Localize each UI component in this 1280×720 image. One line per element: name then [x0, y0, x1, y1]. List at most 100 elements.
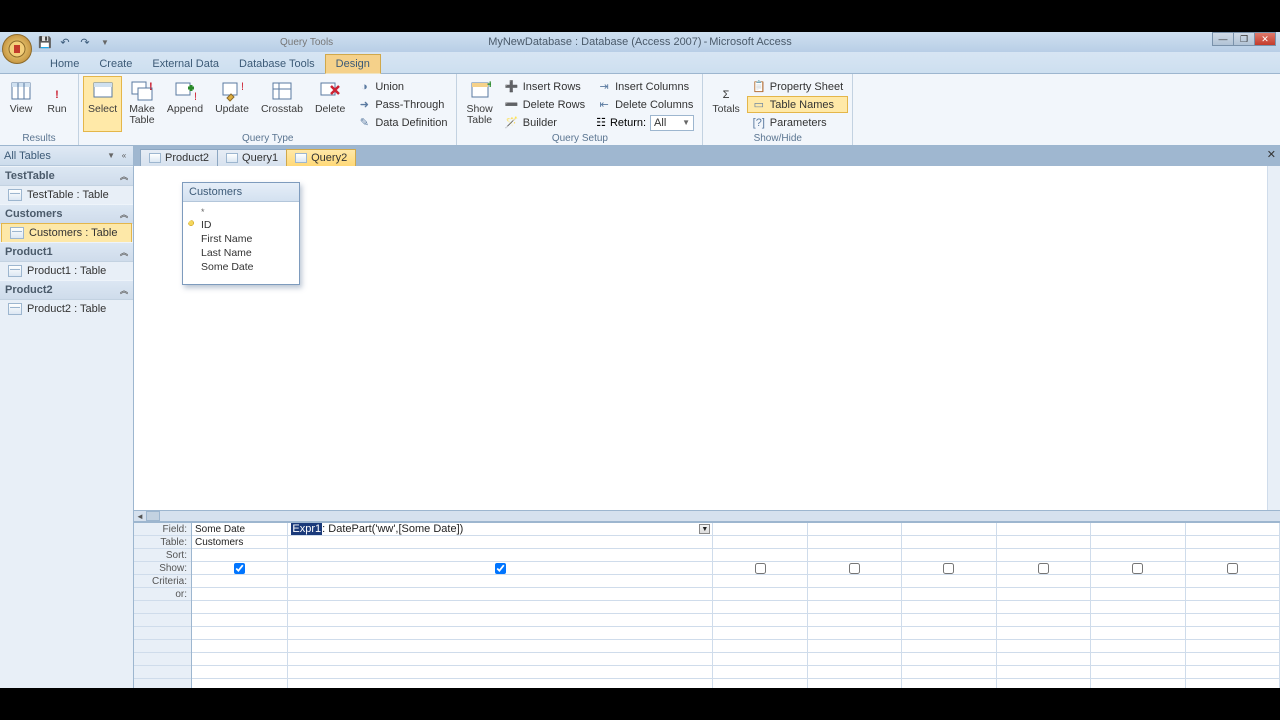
tab-database-tools[interactable]: Database Tools — [229, 55, 325, 73]
grid-cell[interactable] — [288, 653, 712, 666]
navgroup-customers[interactable]: Customers︽ — [0, 204, 133, 224]
maximize-button[interactable]: ❐ — [1233, 32, 1255, 46]
show-checkbox[interactable] — [1132, 563, 1143, 574]
grid-cell[interactable] — [997, 562, 1090, 575]
chevron-up-icon[interactable]: ︽ — [120, 247, 128, 258]
show-checkbox[interactable] — [849, 563, 860, 574]
grid-cell[interactable] — [902, 640, 995, 653]
grid-column[interactable] — [1186, 523, 1280, 688]
doctab-product2[interactable]: Product2 — [140, 149, 218, 166]
grid-cell[interactable] — [808, 523, 901, 536]
grid-cell[interactable] — [1091, 640, 1184, 653]
grid-cell[interactable] — [1091, 627, 1184, 640]
grid-cell[interactable] — [1091, 523, 1184, 536]
property-sheet-button[interactable]: 📋Property Sheet — [747, 78, 848, 95]
update-button[interactable]: !Update — [210, 76, 254, 132]
tab-design[interactable]: Design — [325, 54, 381, 74]
grid-cell[interactable] — [288, 601, 712, 614]
delete-query-button[interactable]: Delete — [310, 76, 350, 132]
grid-cell[interactable]: Customers — [192, 536, 287, 549]
show-checkbox[interactable] — [943, 563, 954, 574]
record-selector-icon[interactable] — [146, 511, 160, 521]
field-id[interactable]: ID — [185, 218, 297, 232]
grid-column[interactable] — [1091, 523, 1185, 688]
grid-cell[interactable] — [1186, 666, 1279, 679]
grid-cell[interactable] — [808, 640, 901, 653]
grid-cell[interactable] — [192, 666, 287, 679]
grid-cell[interactable] — [808, 627, 901, 640]
qat-dropdown-icon[interactable]: ▼ — [98, 35, 112, 49]
insert-columns-button[interactable]: ⇥Insert Columns — [592, 78, 698, 95]
run-button[interactable]: !Run — [40, 76, 74, 132]
grid-cell[interactable] — [713, 666, 806, 679]
select-query-button[interactable]: Select — [83, 76, 122, 132]
field-last-name[interactable]: Last Name — [185, 246, 297, 260]
grid-cell[interactable] — [713, 562, 806, 575]
grid-cell[interactable] — [808, 614, 901, 627]
grid-cell[interactable] — [902, 666, 995, 679]
grid-cell[interactable] — [1186, 575, 1279, 588]
grid-cell[interactable] — [997, 575, 1090, 588]
grid-cell[interactable] — [1186, 562, 1279, 575]
grid-cell[interactable] — [1186, 627, 1279, 640]
grid-cell[interactable] — [808, 562, 901, 575]
parameters-button[interactable]: [?]Parameters — [747, 114, 848, 131]
grid-cell[interactable] — [192, 575, 287, 588]
grid-cell[interactable] — [713, 601, 806, 614]
grid-cell[interactable] — [1091, 588, 1184, 601]
grid-cell[interactable] — [713, 653, 806, 666]
grid-cell[interactable] — [288, 614, 712, 627]
redo-icon[interactable]: ↷ — [78, 35, 92, 49]
union-button[interactable]: ◑Union — [352, 78, 452, 95]
grid-cell[interactable] — [192, 562, 287, 575]
tab-home[interactable]: Home — [40, 55, 89, 73]
grid-cell[interactable] — [713, 640, 806, 653]
grid-cell[interactable] — [192, 640, 287, 653]
show-checkbox[interactable] — [1227, 563, 1238, 574]
data-definition-button[interactable]: ✎Data Definition — [352, 114, 452, 131]
minimize-button[interactable]: — — [1212, 32, 1234, 46]
grid-cell[interactable] — [902, 653, 995, 666]
tab-create[interactable]: Create — [89, 55, 142, 73]
grid-cell[interactable] — [192, 627, 287, 640]
grid-cell[interactable] — [192, 614, 287, 627]
chevron-up-icon[interactable]: ︽ — [120, 285, 128, 296]
chevron-down-icon[interactable]: ▼ — [107, 151, 115, 160]
grid-cell[interactable] — [288, 562, 712, 575]
grid-cell[interactable] — [808, 601, 901, 614]
grid-cell[interactable] — [902, 536, 995, 549]
navitem-table[interactable]: TestTable : Table — [0, 186, 133, 204]
grid-cell[interactable]: Expr1: DatePart('ww',[Some Date])▼ — [288, 523, 712, 536]
grid-cell[interactable] — [808, 588, 901, 601]
query-design-surface[interactable]: Customers *IDFirst NameLast NameSome Dat… — [134, 166, 1280, 510]
delete-columns-button[interactable]: ⇤Delete Columns — [592, 96, 698, 113]
doctab-query2[interactable]: Query2 — [286, 149, 356, 166]
navitem-table[interactable]: Product2 : Table — [0, 300, 133, 318]
navgroup-product2[interactable]: Product2︽ — [0, 280, 133, 300]
grid-cell[interactable] — [808, 653, 901, 666]
grid-cell[interactable] — [902, 614, 995, 627]
crosstab-button[interactable]: Crosstab — [256, 76, 308, 132]
grid-cell[interactable] — [1186, 614, 1279, 627]
grid-cell[interactable] — [713, 523, 806, 536]
grid-cell[interactable] — [1186, 549, 1279, 562]
grid-cell[interactable] — [808, 666, 901, 679]
grid-cell[interactable] — [1091, 653, 1184, 666]
grid-cell[interactable] — [1186, 523, 1279, 536]
grid-cell[interactable] — [808, 536, 901, 549]
grid-cell[interactable] — [288, 627, 712, 640]
vertical-scrollbar[interactable] — [1267, 166, 1280, 510]
grid-cell[interactable] — [902, 588, 995, 601]
grid-cell[interactable] — [997, 640, 1090, 653]
grid-cell[interactable] — [997, 523, 1090, 536]
grid-cell[interactable] — [1186, 588, 1279, 601]
grid-cell[interactable] — [288, 575, 712, 588]
append-button[interactable]: !Append — [162, 76, 208, 132]
scroll-left-icon[interactable]: ◄ — [134, 511, 146, 521]
grid-cell[interactable] — [713, 614, 806, 627]
grid-cell[interactable] — [1186, 536, 1279, 549]
show-checkbox[interactable] — [495, 563, 506, 574]
passthrough-button[interactable]: ➜Pass-Through — [352, 96, 452, 113]
navitem-table[interactable]: Customers : Table — [1, 223, 132, 243]
grid-column[interactable]: Some DateCustomers — [192, 523, 288, 688]
